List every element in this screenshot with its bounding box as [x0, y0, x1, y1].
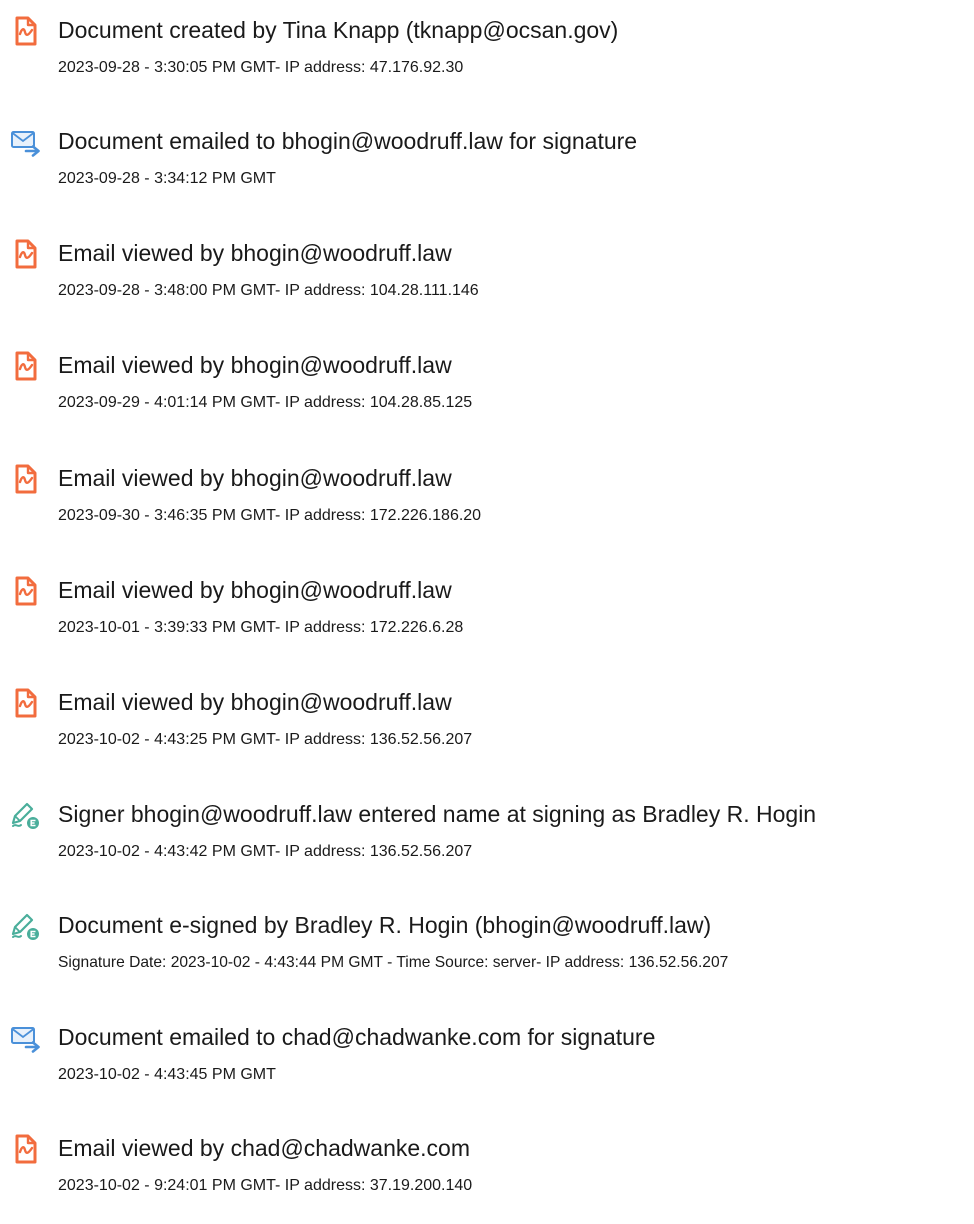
event-title: Email viewed by bhogin@woodruff.law: [58, 240, 452, 266]
esign-pen-icon: [10, 799, 42, 831]
audit-event-name-entered: Signer bhogin@woodruff.law entered name …: [0, 799, 974, 879]
event-title: Document emailed to bhogin@woodruff.law …: [58, 128, 638, 154]
audit-event-viewed: Email viewed by bhogin@woodruff.law 2023…: [0, 238, 974, 318]
event-title: Email viewed by bhogin@woodruff.law: [58, 352, 452, 378]
audit-event-emailed: Document emailed to bhogin@woodruff.law …: [0, 126, 974, 206]
email-sent-icon: [10, 126, 42, 158]
document-icon: [10, 575, 42, 607]
event-timestamp: 2023-10-02 - 4:43:42 PM GMT- IP address:…: [58, 843, 473, 860]
esign-pen-icon: [10, 910, 42, 942]
event-timestamp: 2023-10-02 - 4:43:45 PM GMT: [58, 1066, 276, 1083]
event-title: Email viewed by bhogin@woodruff.law: [58, 465, 452, 491]
audit-event-viewed: Email viewed by bhogin@woodruff.law 2023…: [0, 350, 974, 430]
event-timestamp: 2023-10-02 - 4:43:25 PM GMT- IP address:…: [58, 731, 473, 748]
document-icon: [10, 1133, 42, 1165]
audit-event-esigned: Document e-signed by Bradley R. Hogin (b…: [0, 910, 974, 990]
event-timestamp: 2023-09-29 - 4:01:14 PM GMT- IP address:…: [58, 394, 473, 411]
event-title: Email viewed by bhogin@woodruff.law: [58, 577, 452, 603]
event-timestamp: Signature Date: 2023-10-02 - 4:43:44 PM …: [58, 954, 729, 971]
audit-event-viewed: Email viewed by bhogin@woodruff.law 2023…: [0, 463, 974, 543]
document-icon: [10, 687, 42, 719]
audit-event-emailed: Document emailed to chad@chadwanke.com f…: [0, 1022, 974, 1102]
audit-log: Document created by Tina Knapp (tknapp@o…: [0, 0, 974, 1224]
event-timestamp: 2023-09-28 - 3:48:00 PM GMT- IP address:…: [58, 282, 479, 299]
audit-event-viewed: Email viewed by bhogin@woodruff.law 2023…: [0, 687, 974, 767]
document-icon: [10, 463, 42, 495]
email-sent-icon: [10, 1022, 42, 1054]
audit-event-viewed: Email viewed by bhogin@woodruff.law 2023…: [0, 575, 974, 655]
event-title: Document e-signed by Bradley R. Hogin (b…: [58, 912, 712, 938]
event-timestamp: 2023-09-28 - 3:34:12 PM GMT: [58, 170, 276, 187]
event-timestamp: 2023-09-28 - 3:30:05 PM GMT- IP address:…: [58, 59, 464, 76]
event-timestamp: 2023-10-02 - 9:24:01 PM GMT- IP address:…: [58, 1177, 473, 1194]
event-title: Signer bhogin@woodruff.law entered name …: [58, 801, 817, 827]
audit-event-viewed: Email viewed by chad@chadwanke.com 2023-…: [0, 1133, 974, 1213]
document-icon: [10, 238, 42, 270]
audit-event-created: Document created by Tina Knapp (tknapp@o…: [0, 15, 974, 95]
event-timestamp: 2023-10-01 - 3:39:33 PM GMT- IP address:…: [58, 619, 464, 636]
document-icon: [10, 350, 42, 382]
document-icon: [10, 15, 42, 47]
event-title: Document created by Tina Knapp (tknapp@o…: [58, 17, 619, 43]
event-timestamp: 2023-09-30 - 3:46:35 PM GMT- IP address:…: [58, 507, 482, 524]
event-title: Document emailed to chad@chadwanke.com f…: [58, 1024, 656, 1050]
event-title: Email viewed by bhogin@woodruff.law: [58, 689, 452, 715]
event-title: Email viewed by chad@chadwanke.com: [58, 1135, 470, 1161]
